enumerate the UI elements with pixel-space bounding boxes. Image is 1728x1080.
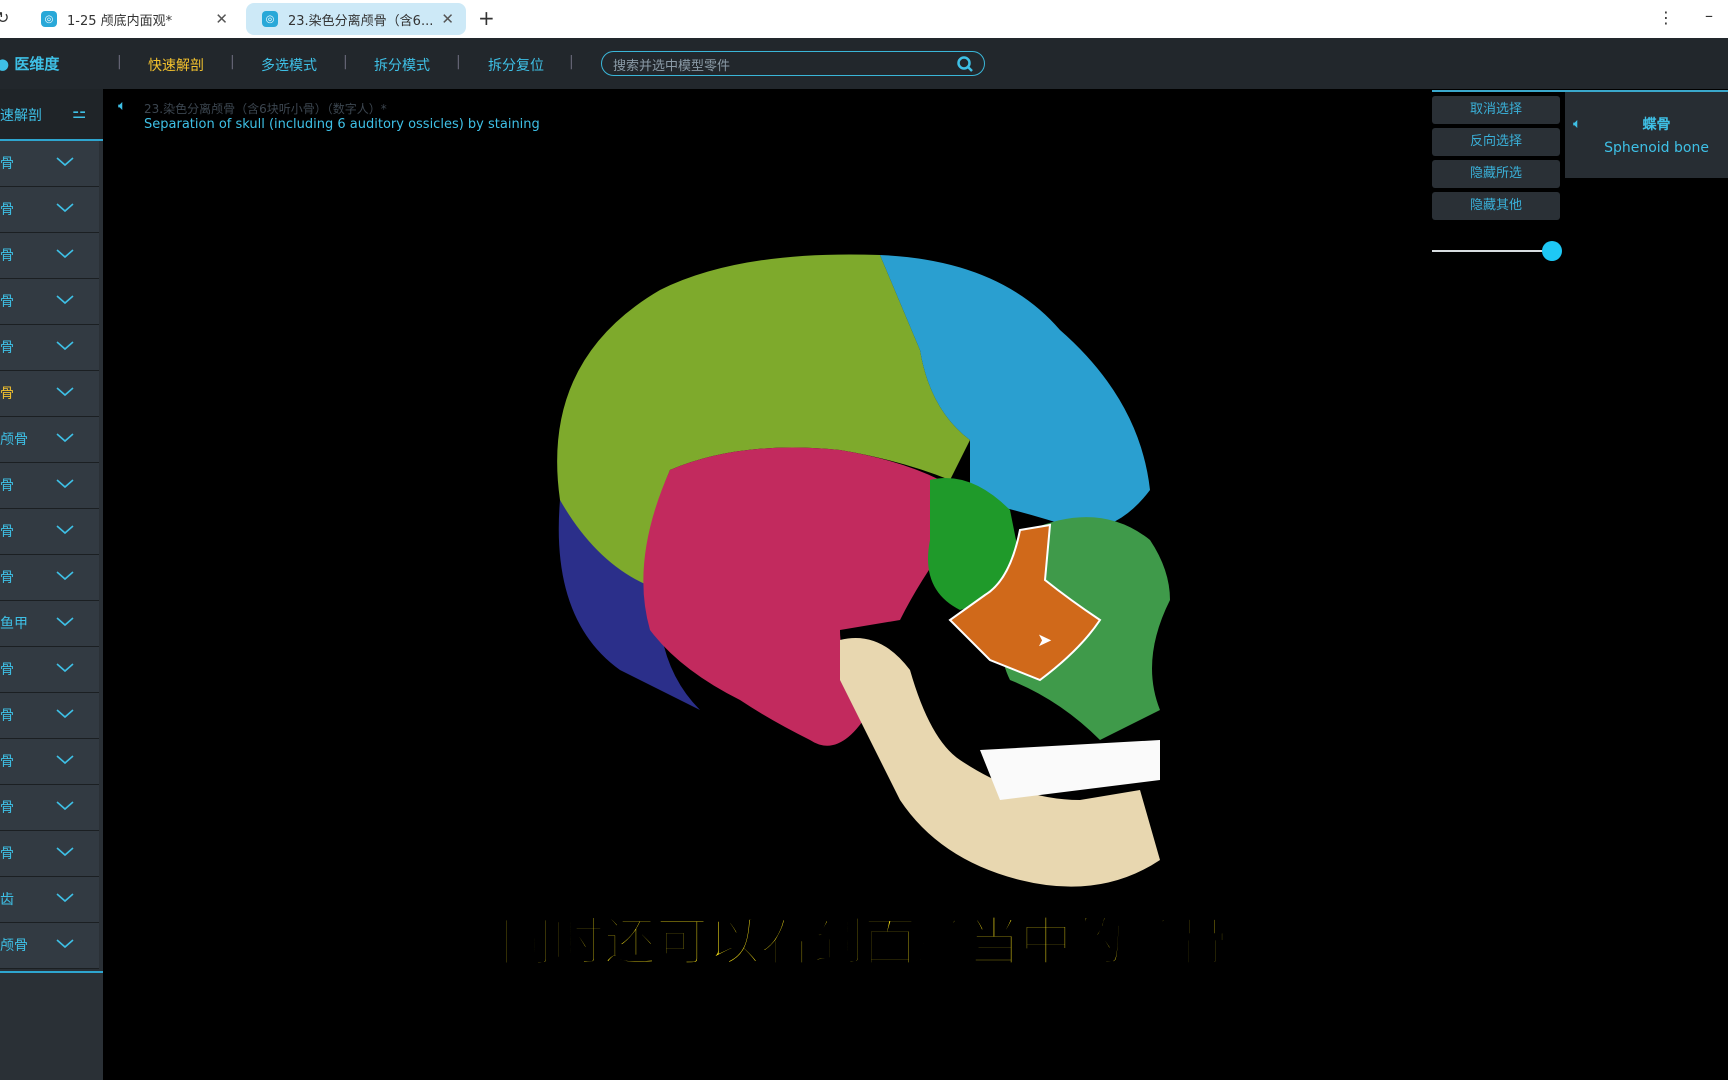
sidebar-item[interactable]: 骨 [0, 371, 99, 417]
teeth[interactable] [980, 740, 1160, 800]
chevron-down-icon[interactable] [56, 291, 74, 309]
sidebar-item-label: 骨 [0, 248, 14, 264]
sidebar-item[interactable]: 骨 [0, 233, 99, 279]
sidebar-item[interactable]: 骨 [0, 647, 99, 693]
reload-icon[interactable]: ↻ [0, 8, 9, 27]
tab-skull-base[interactable]: ◎ 1-25 颅底内面观* ✕ [25, 3, 240, 35]
sidebar-item[interactable]: 骨 [0, 463, 99, 509]
toolbar: ● 医维度 | 快速解剖 | 多选模式 | 拆分模式 | 拆分复位 | 搜索并选… [0, 38, 1728, 89]
new-tab-button[interactable]: + [478, 6, 495, 30]
chevron-down-icon[interactable] [56, 751, 74, 769]
tree-icon[interactable]: ⚍ [72, 103, 86, 122]
chevron-down-icon[interactable] [56, 337, 74, 355]
minimize-icon[interactable]: – [1705, 6, 1713, 25]
search-icon[interactable] [956, 55, 974, 73]
menu-icon[interactable]: ⋮ [1658, 8, 1674, 27]
skull-model-viewport[interactable] [540, 240, 1220, 920]
sidebar-item-label: 骨 [0, 156, 14, 172]
sidebar-item-label: 颅骨 [0, 432, 28, 448]
search-placeholder: 搜索并选中模型零件 [613, 59, 731, 74]
sidebar-item[interactable]: 骨 [0, 693, 99, 739]
tab-skull-stained[interactable]: ◎ 23.染色分离颅骨（含6... ✕ [246, 3, 466, 35]
divider: | [569, 54, 574, 70]
chevron-down-icon[interactable] [56, 521, 74, 539]
sidebar-item-label: 骨 [0, 202, 14, 218]
hide-others-button[interactable]: 隐藏其他 [1432, 192, 1560, 220]
tab-label: 23.染色分离颅骨（含6... [288, 13, 434, 29]
sidebar-item[interactable]: 鱼甲 [0, 601, 99, 647]
close-tab-icon[interactable]: ✕ [215, 10, 228, 28]
sidebar-item-label: 骨 [0, 340, 14, 356]
chevron-down-icon[interactable] [56, 475, 74, 493]
divider: | [343, 54, 348, 70]
hide-selected-button[interactable]: 隐藏所选 [1432, 160, 1560, 188]
sidebar-item[interactable]: 骨 [0, 555, 99, 601]
divider: | [456, 54, 461, 70]
divider: | [117, 54, 122, 70]
model-title-cn: 🔈︎ 23.染色分离颅骨（含6块听小骨）（数字人）* [118, 98, 387, 117]
title-cn-text: 23.染色分离颅骨（含6块听小骨）（数字人）* [144, 102, 387, 116]
video-subtitle: 同时还可以看到面颅当中的颧骨 [499, 912, 1229, 974]
sidebar-header: 速解剖 ⚍ [0, 89, 103, 141]
chevron-down-icon[interactable] [56, 153, 74, 171]
divider: | [230, 54, 235, 70]
sidebar-item[interactable]: 骨 [0, 141, 99, 187]
speaker-icon[interactable]: 🔈︎ [118, 98, 126, 114]
search-input[interactable]: 搜索并选中模型零件 [601, 51, 985, 76]
opacity-slider[interactable] [1432, 241, 1562, 261]
mouse-cursor-icon: ➤ [1037, 630, 1053, 651]
logo-text: 医维度 [14, 55, 60, 73]
chevron-down-icon[interactable] [56, 705, 74, 723]
selection-info-panel: 🔈︎ 蝶骨 Sphenoid bone [1565, 92, 1728, 178]
split-mode-button[interactable]: 拆分模式 [374, 55, 430, 75]
chevron-down-icon[interactable] [56, 659, 74, 677]
sidebar-item[interactable]: 骨 [0, 785, 99, 831]
chevron-down-icon[interactable] [56, 199, 74, 217]
chevron-down-icon[interactable] [56, 797, 74, 815]
browser-tab-bar: ↻ ◎ 1-25 颅底内面观* ✕ ◎ 23.染色分离颅骨（含6... ✕ + ⋮ – [0, 0, 1728, 38]
sidebar-item-label: 骨 [0, 386, 14, 402]
sidebar-item-label: 骨 [0, 294, 14, 310]
deselect-button[interactable]: 取消选择 [1432, 96, 1560, 124]
selection-name-cn: 蝶骨 [1642, 117, 1671, 133]
chevron-down-icon[interactable] [56, 613, 74, 631]
slider-handle[interactable] [1542, 241, 1562, 261]
sidebar-item-label: 骨 [0, 708, 14, 724]
chevron-down-icon[interactable] [56, 383, 74, 401]
sidebar-item[interactable]: 骨 [0, 509, 99, 555]
chevron-down-icon[interactable] [56, 429, 74, 447]
sidebar-item[interactable]: 骨 [0, 831, 99, 877]
sidebar-item-label: 骨 [0, 570, 14, 586]
sidebar-item-label: 骨 [0, 846, 14, 862]
sidebar-item-label: 骨 [0, 662, 14, 678]
invert-selection-button[interactable]: 反向选择 [1432, 128, 1560, 156]
close-tab-icon[interactable]: ✕ [441, 10, 454, 28]
sidebar-item[interactable]: 骨 [0, 279, 99, 325]
logo: ● 医维度 [0, 55, 60, 73]
chevron-down-icon[interactable] [56, 567, 74, 585]
selection-name-en: Sphenoid bone [1604, 140, 1709, 156]
sidebar-item[interactable]: 骨 [0, 739, 99, 785]
app-icon: ◎ [262, 11, 278, 27]
sidebar-item[interactable]: 颅骨 [0, 417, 99, 463]
chevron-down-icon[interactable] [56, 245, 74, 263]
quick-anatomy-button[interactable]: 快速解剖 [148, 55, 204, 75]
tab-label: 1-25 颅底内面观* [67, 13, 173, 29]
sidebar-item-label: 骨 [0, 754, 14, 770]
sidebar-item[interactable]: 骨 [0, 325, 99, 371]
sidebar-item-label: 鱼甲 [0, 616, 28, 632]
sidebar-item[interactable]: 骨 [0, 187, 99, 233]
chevron-down-icon[interactable] [56, 843, 74, 861]
sidebar-item-label: 骨 [0, 800, 14, 816]
multi-select-button[interactable]: 多选模式 [261, 55, 317, 75]
speaker-icon[interactable]: 🔈︎ [1573, 116, 1581, 132]
app-icon: ◎ [41, 11, 57, 27]
sidebar-item-label: 骨 [0, 524, 14, 540]
sidebar-item-label: 骨 [0, 478, 14, 494]
split-reset-button[interactable]: 拆分复位 [488, 55, 544, 75]
sidebar-title: 速解剖 [0, 108, 42, 124]
model-title-en: Separation of skull (including 6 auditor… [144, 117, 540, 132]
